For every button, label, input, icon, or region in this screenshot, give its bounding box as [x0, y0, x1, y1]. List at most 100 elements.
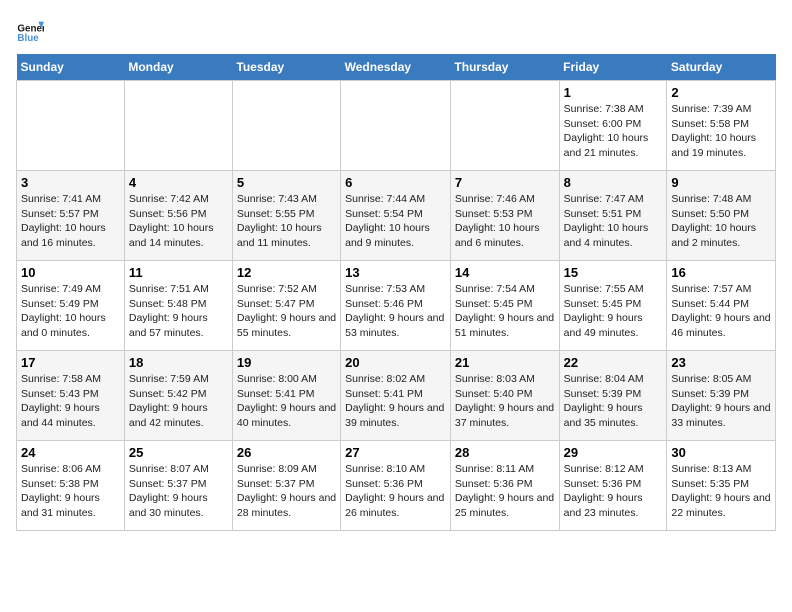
calendar-cell: 15Sunrise: 7:55 AMSunset: 5:45 PMDayligh… [559, 261, 667, 351]
calendar-week-3: 10Sunrise: 7:49 AMSunset: 5:49 PMDayligh… [17, 261, 776, 351]
day-number: 4 [129, 175, 228, 190]
day-info: Sunrise: 8:09 AMSunset: 5:37 PMDaylight:… [237, 462, 336, 521]
calendar-cell: 12Sunrise: 7:52 AMSunset: 5:47 PMDayligh… [232, 261, 340, 351]
day-number: 6 [345, 175, 446, 190]
day-info: Sunrise: 7:41 AMSunset: 5:57 PMDaylight:… [21, 192, 120, 251]
calendar-cell: 21 Sunrise: 8:03 AMSunset: 5:40 PMDayligh… [450, 351, 559, 441]
day-number: 13 [345, 265, 446, 280]
calendar-week-5: 24 Sunrise: 8:06 AMSunset: 5:38 PMDayligh… [17, 441, 776, 531]
calendar-body: 1 Sunrise: 7:38 AMSunset: 6:00 PMDaylight… [17, 81, 776, 531]
day-info: Sunrise: 8:12 AMSunset: 5:36 PMDaylight:… [564, 462, 663, 521]
day-number: 21 [455, 355, 555, 370]
day-info: Sunrise: 7:52 AMSunset: 5:47 PMDaylight:… [237, 282, 336, 341]
day-number: 24 [21, 445, 120, 460]
calendar-cell: 4Sunrise: 7:42 AMSunset: 5:56 PMDaylight… [124, 171, 232, 261]
day-number: 2 [671, 85, 771, 100]
calendar-cell: 2Sunrise: 7:39 AMSunset: 5:58 PMDaylight… [667, 81, 776, 171]
calendar-header: SundayMondayTuesdayWednesdayThursdayFrid… [17, 54, 776, 81]
day-info: Sunrise: 8:06 AMSunset: 5:38 PMDaylight:… [21, 462, 120, 521]
calendar-cell: 22 Sunrise: 8:04 AMSunset: 5:39 PMDayligh… [559, 351, 667, 441]
day-header-saturday: Saturday [667, 54, 776, 81]
svg-text:Blue: Blue [17, 33, 39, 44]
calendar-cell: 26 Sunrise: 8:09 AMSunset: 5:37 PMDayligh… [232, 441, 340, 531]
day-info: Sunrise: 7:44 AMSunset: 5:54 PMDaylight:… [345, 192, 446, 251]
day-number: 26 [237, 445, 336, 460]
day-info: Sunrise: 7:43 AMSunset: 5:55 PMDaylight:… [237, 192, 336, 251]
day-number: 5 [237, 175, 336, 190]
day-info: Sunrise: 8:04 AMSunset: 5:39 PMDaylight:… [564, 372, 663, 431]
day-info: Sunrise: 8:02 AMSunset: 5:41 PMDaylight:… [345, 372, 446, 431]
calendar-week-4: 17 Sunrise: 7:58 AMSunset: 5:43 PMDayligh… [17, 351, 776, 441]
day-info: Sunrise: 7:59 AMSunset: 5:42 PMDaylight:… [129, 372, 228, 431]
day-number: 28 [455, 445, 555, 460]
calendar-cell: 27 Sunrise: 8:10 AMSunset: 5:36 PMDayligh… [341, 441, 451, 531]
day-number: 17 [21, 355, 120, 370]
day-number: 14 [455, 265, 555, 280]
calendar-cell: 29 Sunrise: 8:12 AMSunset: 5:36 PMDayligh… [559, 441, 667, 531]
day-number: 19 [237, 355, 336, 370]
calendar-cell: 20 Sunrise: 8:02 AMSunset: 5:41 PMDayligh… [341, 351, 451, 441]
day-info: Sunrise: 8:00 AMSunset: 5:41 PMDaylight:… [237, 372, 336, 431]
day-number: 1 [564, 85, 663, 100]
calendar-cell: 23 Sunrise: 8:05 AMSunset: 5:39 PMDayligh… [667, 351, 776, 441]
day-info: Sunrise: 8:13 AMSunset: 5:35 PMDaylight:… [671, 462, 771, 521]
day-info: Sunrise: 7:53 AMSunset: 5:46 PMDaylight:… [345, 282, 446, 341]
day-info: Sunrise: 8:05 AMSunset: 5:39 PMDaylight:… [671, 372, 771, 431]
day-number: 8 [564, 175, 663, 190]
day-info: Sunrise: 8:10 AMSunset: 5:36 PMDaylight:… [345, 462, 446, 521]
calendar-table: SundayMondayTuesdayWednesdayThursdayFrid… [16, 54, 776, 531]
day-number: 30 [671, 445, 771, 460]
day-info: Sunrise: 7:54 AMSunset: 5:45 PMDaylight:… [455, 282, 555, 341]
day-header-wednesday: Wednesday [341, 54, 451, 81]
day-info: Sunrise: 7:58 AMSunset: 5:43 PMDaylight:… [21, 372, 120, 431]
logo: General Blue [16, 16, 44, 44]
calendar-cell: 24 Sunrise: 8:06 AMSunset: 5:38 PMDayligh… [17, 441, 125, 531]
day-info: Sunrise: 8:11 AMSunset: 5:36 PMDaylight:… [455, 462, 555, 521]
calendar-cell: 5 Sunrise: 7:43 AMSunset: 5:55 PMDaylight… [232, 171, 340, 261]
calendar-cell: 3 Sunrise: 7:41 AMSunset: 5:57 PMDaylight… [17, 171, 125, 261]
day-info: Sunrise: 8:03 AMSunset: 5:40 PMDaylight:… [455, 372, 555, 431]
calendar-week-2: 3 Sunrise: 7:41 AMSunset: 5:57 PMDaylight… [17, 171, 776, 261]
day-number: 9 [671, 175, 771, 190]
day-number: 11 [129, 265, 228, 280]
calendar-cell: 7 Sunrise: 7:46 AMSunset: 5:53 PMDaylight… [450, 171, 559, 261]
calendar-cell: 30 Sunrise: 8:13 AMSunset: 5:35 PMDayligh… [667, 441, 776, 531]
day-info: Sunrise: 7:46 AMSunset: 5:53 PMDaylight:… [455, 192, 555, 251]
calendar-cell: 13 Sunrise: 7:53 AMSunset: 5:46 PMDayligh… [341, 261, 451, 351]
day-info: Sunrise: 7:48 AMSunset: 5:50 PMDaylight:… [671, 192, 771, 251]
calendar-cell: 19 Sunrise: 8:00 AMSunset: 5:41 PMDayligh… [232, 351, 340, 441]
calendar-cell [124, 81, 232, 171]
day-number: 22 [564, 355, 663, 370]
calendar-cell: 25 Sunrise: 8:07 AMSunset: 5:37 PMDayligh… [124, 441, 232, 531]
day-header-sunday: Sunday [17, 54, 125, 81]
page-header: General Blue [16, 16, 776, 44]
day-number: 3 [21, 175, 120, 190]
logo-icon: General Blue [16, 16, 44, 44]
day-number: 23 [671, 355, 771, 370]
day-info: Sunrise: 7:38 AMSunset: 6:00 PMDaylight:… [564, 102, 663, 161]
calendar-cell: 16Sunrise: 7:57 AMSunset: 5:44 PMDayligh… [667, 261, 776, 351]
calendar-cell: 18 Sunrise: 7:59 AMSunset: 5:42 PMDayligh… [124, 351, 232, 441]
calendar-cell [450, 81, 559, 171]
calendar-week-1: 1 Sunrise: 7:38 AMSunset: 6:00 PMDaylight… [17, 81, 776, 171]
day-number: 27 [345, 445, 446, 460]
day-number: 29 [564, 445, 663, 460]
calendar-cell: 9 Sunrise: 7:48 AMSunset: 5:50 PMDaylight… [667, 171, 776, 261]
calendar-cell: 28 Sunrise: 8:11 AMSunset: 5:36 PMDayligh… [450, 441, 559, 531]
day-number: 15 [564, 265, 663, 280]
day-number: 10 [21, 265, 120, 280]
calendar-cell: 6 Sunrise: 7:44 AMSunset: 5:54 PMDaylight… [341, 171, 451, 261]
calendar-cell: 14 Sunrise: 7:54 AMSunset: 5:45 PMDayligh… [450, 261, 559, 351]
day-number: 7 [455, 175, 555, 190]
day-info: Sunrise: 7:47 AMSunset: 5:51 PMDaylight:… [564, 192, 663, 251]
calendar-cell: 8 Sunrise: 7:47 AMSunset: 5:51 PMDaylight… [559, 171, 667, 261]
calendar-cell: 10Sunrise: 7:49 AMSunset: 5:49 PMDayligh… [17, 261, 125, 351]
calendar-cell [17, 81, 125, 171]
day-header-friday: Friday [559, 54, 667, 81]
day-number: 25 [129, 445, 228, 460]
day-header-thursday: Thursday [450, 54, 559, 81]
day-info: Sunrise: 8:07 AMSunset: 5:37 PMDaylight:… [129, 462, 228, 521]
day-info: Sunrise: 7:57 AMSunset: 5:44 PMDaylight:… [671, 282, 771, 341]
day-number: 18 [129, 355, 228, 370]
day-number: 20 [345, 355, 446, 370]
